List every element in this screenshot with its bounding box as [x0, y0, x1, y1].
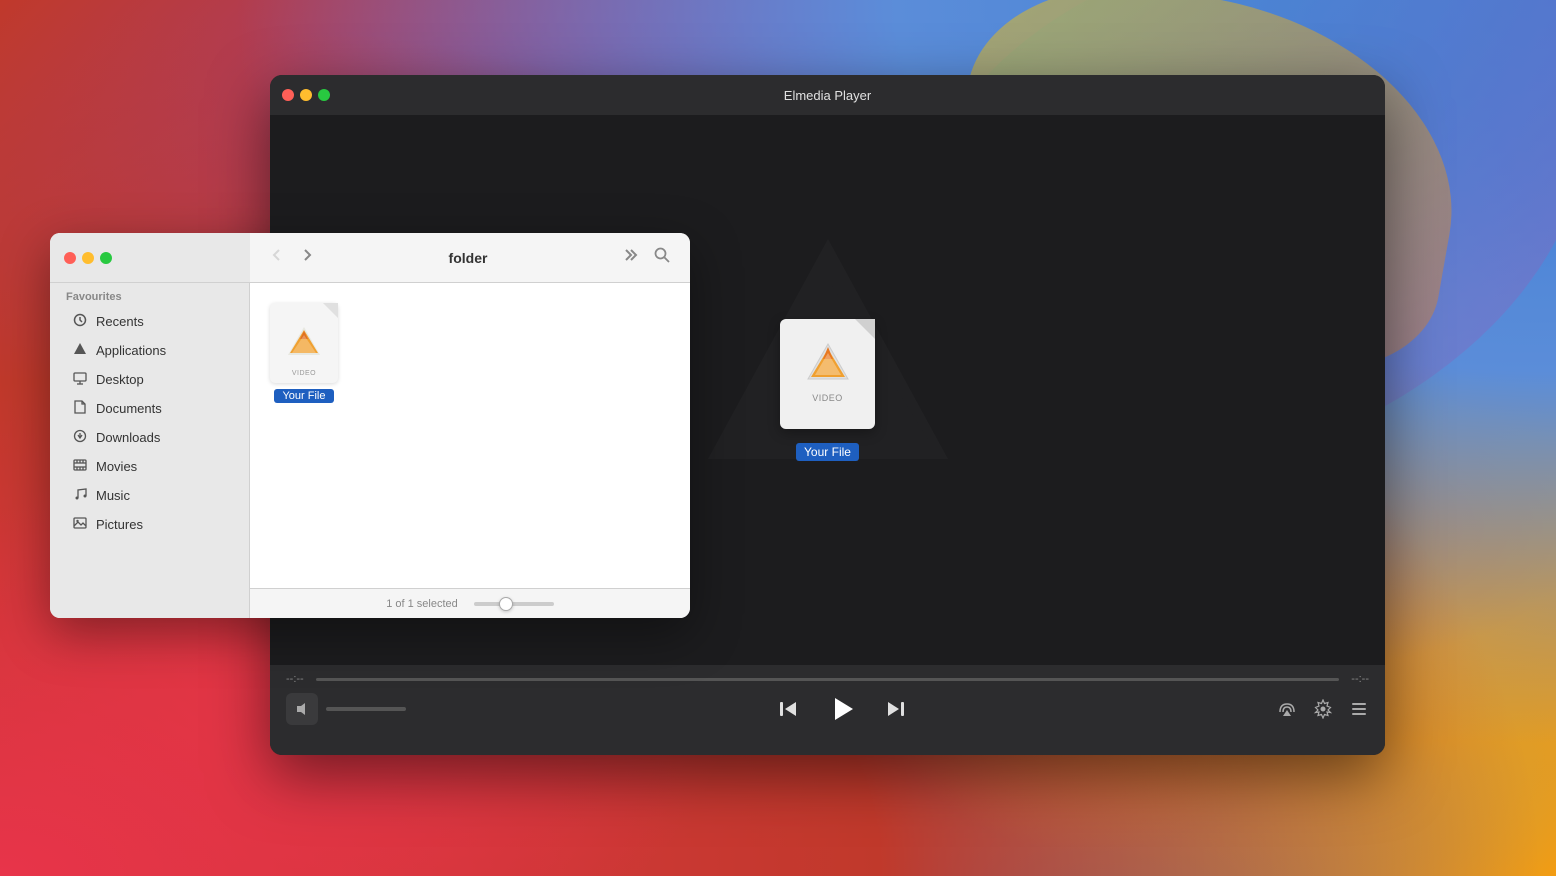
- close-button[interactable]: [282, 89, 294, 101]
- playback-controls: [777, 694, 907, 724]
- sidebar-item-label-downloads: Downloads: [96, 430, 160, 445]
- size-slider-thumb: [499, 597, 513, 611]
- search-button[interactable]: [650, 243, 674, 272]
- sidebar-item-label-music: Music: [96, 488, 130, 503]
- media-controls: --:-- --:--: [270, 665, 1385, 755]
- sidebar-item-applications[interactable]: Applications: [56, 337, 243, 364]
- file-name-badge: Your File: [274, 389, 333, 403]
- right-controls: [1277, 699, 1369, 719]
- status-text: 1 of 1 selected: [386, 598, 458, 610]
- file-logo-large: [803, 339, 853, 389]
- finder-minimize-button[interactable]: [82, 252, 94, 264]
- desktop-icon: [72, 371, 88, 388]
- sidebar-item-label-desktop: Desktop: [96, 372, 144, 387]
- recents-icon: [72, 313, 88, 330]
- downloads-icon: [72, 429, 88, 446]
- pictures-icon: [72, 516, 88, 532]
- maximize-button[interactable]: [318, 89, 330, 101]
- size-slider[interactable]: [474, 602, 554, 606]
- previous-button[interactable]: [777, 698, 799, 720]
- file-name-badge-large: Your File: [796, 443, 859, 461]
- volume-section: [286, 693, 406, 725]
- controls-row: [286, 693, 1369, 725]
- progress-bar-container: --:-- --:--: [286, 673, 1369, 685]
- sidebar-item-label-documents: Documents: [96, 401, 162, 416]
- finder-path-label: folder: [326, 250, 610, 266]
- back-button[interactable]: [266, 244, 288, 271]
- current-time-label: --:--: [286, 673, 304, 685]
- file-icon-container: VIDEO Your File: [780, 319, 875, 461]
- media-player-titlebar: Elmedia Player: [270, 75, 1385, 115]
- file-type-label: VIDEO: [292, 370, 316, 377]
- finder-sidebar: Favourites Recents Applications: [50, 233, 250, 618]
- minimize-button[interactable]: [300, 89, 312, 101]
- next-button[interactable]: [885, 698, 907, 720]
- finder-toolbar: folder: [250, 233, 690, 283]
- finder-status-bar: 1 of 1 selected: [250, 588, 690, 618]
- sidebar-item-documents[interactable]: Documents: [56, 395, 243, 422]
- sidebar-item-label-pictures: Pictures: [96, 517, 143, 532]
- airplay-button[interactable]: [1277, 699, 1297, 719]
- sidebar-item-label-applications: Applications: [96, 343, 166, 358]
- finder-maximize-button[interactable]: [100, 252, 112, 264]
- file-card-large: VIDEO: [780, 319, 875, 429]
- finder-content: VIDEO Your File: [250, 283, 690, 588]
- play-button[interactable]: [827, 694, 857, 724]
- finder-window: Favourites Recents Applications: [50, 233, 690, 618]
- finder-main: folder: [250, 233, 690, 618]
- file-logo: [284, 323, 324, 363]
- music-icon: [72, 487, 88, 504]
- documents-icon: [72, 400, 88, 417]
- traffic-lights: [282, 89, 330, 101]
- sidebar-item-recents[interactable]: Recents: [56, 308, 243, 335]
- file-card: VIDEO: [270, 303, 338, 383]
- settings-button[interactable]: [1313, 699, 1333, 719]
- playlist-button[interactable]: [1349, 699, 1369, 719]
- finder-titlebar: [50, 233, 250, 283]
- sidebar-item-label-movies: Movies: [96, 459, 137, 474]
- forward-button[interactable]: [296, 244, 318, 271]
- sidebar-item-downloads[interactable]: Downloads: [56, 424, 243, 451]
- sidebar-section-header: Favourites: [50, 283, 249, 307]
- volume-slider[interactable]: [326, 707, 406, 711]
- media-player-title: Elmedia Player: [784, 88, 871, 103]
- volume-button[interactable]: [286, 693, 318, 725]
- progress-track[interactable]: [316, 678, 1340, 681]
- sidebar-item-music[interactable]: Music: [56, 482, 243, 509]
- sidebar-item-desktop[interactable]: Desktop: [56, 366, 243, 393]
- sidebar-item-label-recents: Recents: [96, 314, 144, 329]
- applications-icon: [72, 342, 88, 359]
- movies-icon: [72, 458, 88, 475]
- finder-close-button[interactable]: [64, 252, 76, 264]
- file-type-label-large: VIDEO: [812, 393, 843, 403]
- end-time-label: --:--: [1351, 673, 1369, 685]
- sidebar-item-pictures[interactable]: Pictures: [56, 511, 243, 537]
- path-forward-icon[interactable]: [618, 244, 642, 271]
- file-item[interactable]: VIDEO Your File: [270, 303, 338, 403]
- sidebar-item-movies[interactable]: Movies: [56, 453, 243, 480]
